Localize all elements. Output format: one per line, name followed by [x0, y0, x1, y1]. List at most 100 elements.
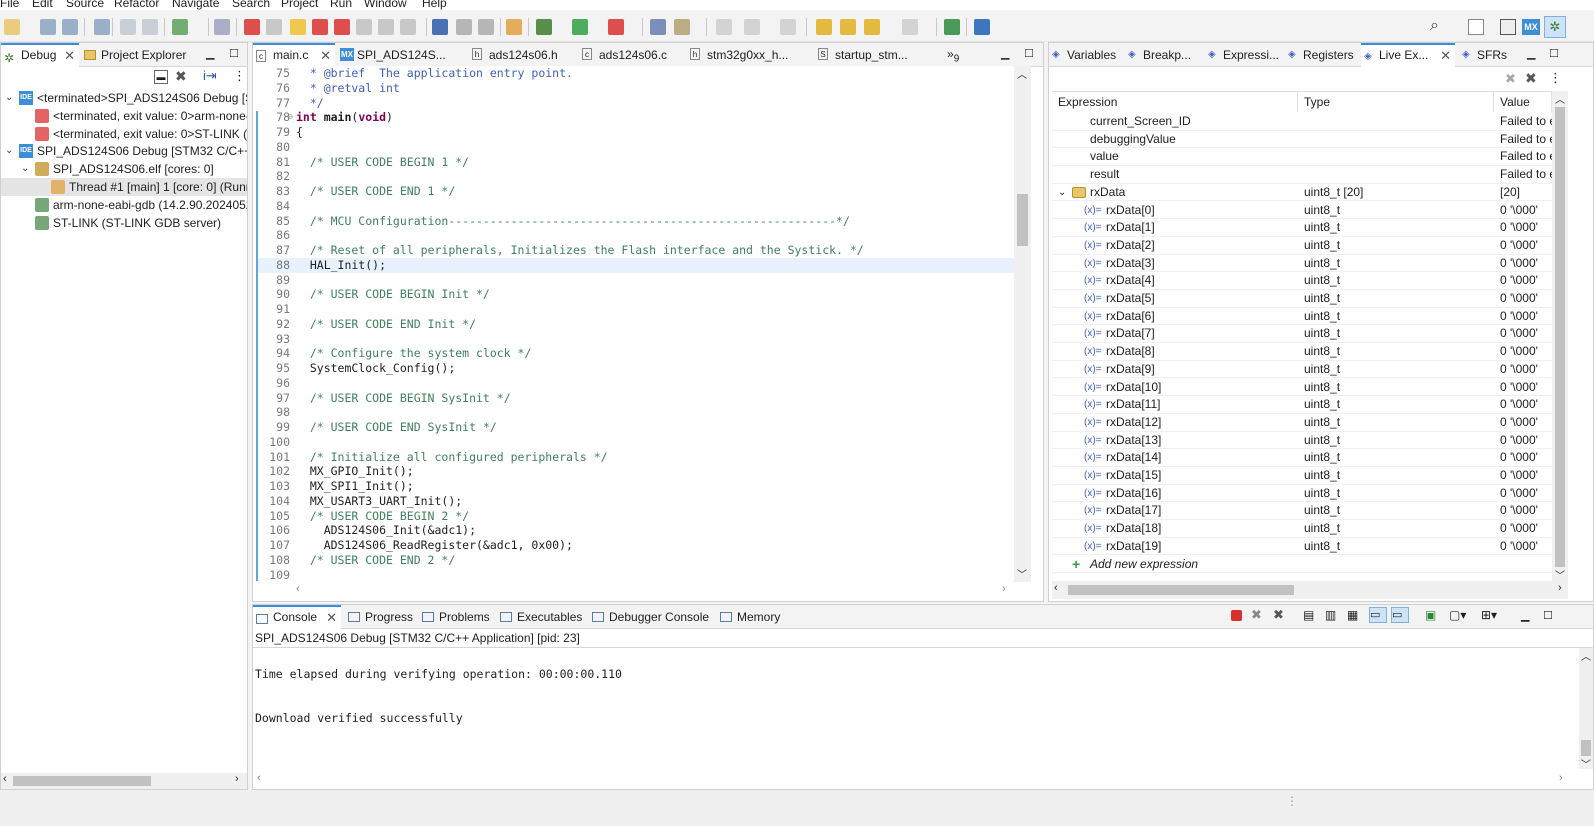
search-tool-icon[interactable]: [674, 19, 690, 35]
expression-row[interactable]: (x)= rxData[13] uint8_t 0 '\000': [1052, 432, 1552, 450]
menu-window[interactable]: Window: [364, 0, 407, 10]
step-into-icon[interactable]: [356, 19, 372, 35]
scroll-thumb[interactable]: [1555, 107, 1565, 567]
display-console-icon[interactable]: ▢▾: [1449, 608, 1466, 622]
expression-row[interactable]: current_Screen_ID Failed to e: [1052, 113, 1552, 131]
expression-row[interactable]: (x)= rxData[2] uint8_t 0 '\000': [1052, 237, 1552, 255]
expressions-vscrollbar[interactable]: ︿ ﹀: [1552, 91, 1568, 582]
close-icon[interactable]: ✕: [326, 607, 337, 628]
view-tab[interactable]: ◈ Expressi...: [1205, 43, 1283, 67]
editor-tab-overflow[interactable]: »9: [947, 47, 959, 64]
remove-terminated-icon[interactable]: ✖: [175, 68, 187, 85]
scroll-right-icon[interactable]: ›: [1002, 583, 1006, 595]
scroll-right-icon[interactable]: ›: [235, 773, 239, 785]
close-icon[interactable]: ✕: [1440, 45, 1451, 66]
expression-row[interactable]: (x)= rxData[18] uint8_t 0 '\000': [1052, 520, 1552, 538]
remove-all-icon[interactable]: ✖: [1525, 70, 1537, 87]
console-vscrollbar[interactable]: ︿ ﹀: [1579, 648, 1593, 771]
undo-icon[interactable]: [120, 19, 136, 35]
expression-row[interactable]: value Failed to e: [1052, 148, 1552, 167]
expressions-hscrollbar[interactable]: ‹ ›: [1052, 581, 1568, 599]
view-tab[interactable]: ◈ Live Ex... ✕: [1361, 43, 1455, 67]
editor-vscrollbar[interactable]: ︿ ﹀: [1014, 66, 1031, 582]
next-annotation-icon[interactable]: [744, 19, 760, 35]
info-icon[interactable]: [974, 19, 990, 35]
scroll-down-icon[interactable]: ﹀: [1017, 566, 1027, 581]
scroll-left-icon[interactable]: ‹: [296, 583, 300, 595]
run-icon[interactable]: [572, 19, 588, 35]
tab-debug[interactable]: ✲ Debug ✕: [1, 43, 79, 67]
menu-help[interactable]: Help: [422, 0, 447, 10]
expression-row[interactable]: result Failed to e: [1052, 166, 1552, 184]
scroll-up-icon[interactable]: ︿: [1555, 91, 1565, 106]
menu-refactor[interactable]: Refactor: [114, 0, 159, 10]
manage-icon[interactable]: [506, 19, 522, 35]
open-type-icon[interactable]: [650, 19, 666, 35]
resume-icon[interactable]: [266, 19, 282, 35]
view-tab[interactable]: ◈ Variables: [1049, 43, 1123, 67]
menu-file[interactable]: File: [0, 0, 19, 10]
scroll-right-icon[interactable]: ›: [1559, 772, 1563, 784]
scroll-left-icon[interactable]: ‹: [3, 773, 7, 785]
debug-icon[interactable]: [536, 19, 552, 35]
scroll-down-icon[interactable]: ﹀: [1555, 567, 1565, 582]
maximize-icon[interactable]: ☐: [1024, 47, 1034, 60]
step-return-icon[interactable]: [400, 19, 416, 35]
column-type[interactable]: Type: [1298, 92, 1494, 112]
chevron-down-icon[interactable]: ⌄: [5, 142, 13, 160]
menu-search[interactable]: Search: [232, 0, 270, 10]
debug-tree-item[interactable]: <terminated, exit value: 0>arm-none-: [1, 107, 247, 125]
close-icon[interactable]: ✕: [64, 45, 75, 66]
minimize-icon[interactable]: ▁: [1527, 47, 1535, 60]
prev-annotation-icon[interactable]: [780, 19, 796, 35]
expression-row[interactable]: (x)= rxData[0] uint8_t 0 '\000': [1052, 202, 1552, 220]
debug-tree-item[interactable]: ST-LINK (ST-LINK GDB server): [1, 214, 247, 232]
expression-row[interactable]: (x)= rxData[16] uint8_t 0 '\000': [1052, 485, 1552, 503]
expression-row[interactable]: (x)= rxData[4] uint8_t 0 '\000': [1052, 272, 1552, 290]
skip-breakpoints-icon[interactable]: [214, 19, 230, 35]
console-tab[interactable]: Problems: [419, 605, 495, 629]
back-icon[interactable]: [864, 19, 880, 35]
view-tab[interactable]: ◈ SFRs: [1459, 43, 1521, 67]
open-console-icon[interactable]: ⊞▾: [1481, 608, 1497, 622]
scroll-thumb[interactable]: [1017, 194, 1028, 246]
debug-tree-item[interactable]: ⌄ IDE SPI_ADS124S06 Debug [STM32 C/C++ Ap: [1, 142, 247, 160]
disconnect-icon[interactable]: [334, 19, 350, 35]
expression-row[interactable]: (x)= rxData[17] uint8_t 0 '\000': [1052, 502, 1552, 521]
external-tools-icon[interactable]: [608, 19, 624, 35]
expression-row[interactable]: (x)= rxData[9] uint8_t 0 '\000': [1052, 361, 1552, 379]
scroll-thumb[interactable]: [1068, 585, 1294, 595]
debug-tree-item[interactable]: <terminated, exit value: 0>ST-LINK (ST: [1, 125, 247, 143]
column-expression[interactable]: Expression: [1052, 92, 1298, 112]
remove-launch-icon[interactable]: ✖: [1251, 607, 1262, 623]
view-menu-icon[interactable]: ⋮: [1549, 70, 1562, 86]
perspective-icon[interactable]: [1468, 19, 1484, 35]
view-menu-icon[interactable]: ⋮: [233, 68, 246, 84]
terminate-icon[interactable]: [312, 19, 328, 35]
expression-row[interactable]: (x)= rxData[8] uint8_t 0 '\000': [1052, 343, 1552, 361]
scroll-up-icon[interactable]: ︿: [1581, 648, 1591, 663]
column-value[interactable]: Value: [1494, 92, 1552, 112]
maximize-icon[interactable]: ☐: [1549, 47, 1559, 60]
expression-row[interactable]: (x)= rxData[19] uint8_t 0 '\000': [1052, 538, 1552, 556]
instruction-step-icon[interactable]: [432, 19, 448, 35]
minimize-icon[interactable]: ▁: [1001, 47, 1009, 60]
scroll-lock-icon[interactable]: ▥: [1325, 608, 1336, 622]
suspend-icon[interactable]: [290, 19, 306, 35]
minimize-icon[interactable]: ▁: [1521, 609, 1529, 622]
menu-edit[interactable]: Edit: [32, 0, 53, 10]
c-cpp-perspective-icon[interactable]: [1500, 19, 1516, 35]
debug-tree-item[interactable]: Thread #1 [main] 1 [core: 0] (Runni: [1, 178, 247, 196]
debug-tree-item[interactable]: arm-none-eabi-gdb (14.2.90.20240526: [1, 196, 247, 214]
expression-row[interactable]: (x)= rxData[14] uint8_t 0 '\000': [1052, 449, 1552, 467]
expression-row[interactable]: ⌄ rxData uint8_t [20] [20]: [1052, 184, 1552, 202]
show-on-output-icon[interactable]: ▭: [1369, 607, 1387, 623]
console-hscrollbar[interactable]: ‹ ›: [253, 771, 1579, 789]
menu-source[interactable]: Source: [66, 0, 104, 10]
tab-project-explorer[interactable]: Project Explorer: [81, 43, 201, 67]
expression-row[interactable]: (x)= rxData[1] uint8_t 0 '\000': [1052, 219, 1552, 237]
scroll-left-icon[interactable]: ‹: [1054, 582, 1058, 594]
open-perspective-icon[interactable]: [944, 19, 960, 35]
editor-tab[interactable]: h ads124s06.h: [469, 43, 577, 67]
expression-row[interactable]: (x)= rxData[15] uint8_t 0 '\000': [1052, 467, 1552, 485]
